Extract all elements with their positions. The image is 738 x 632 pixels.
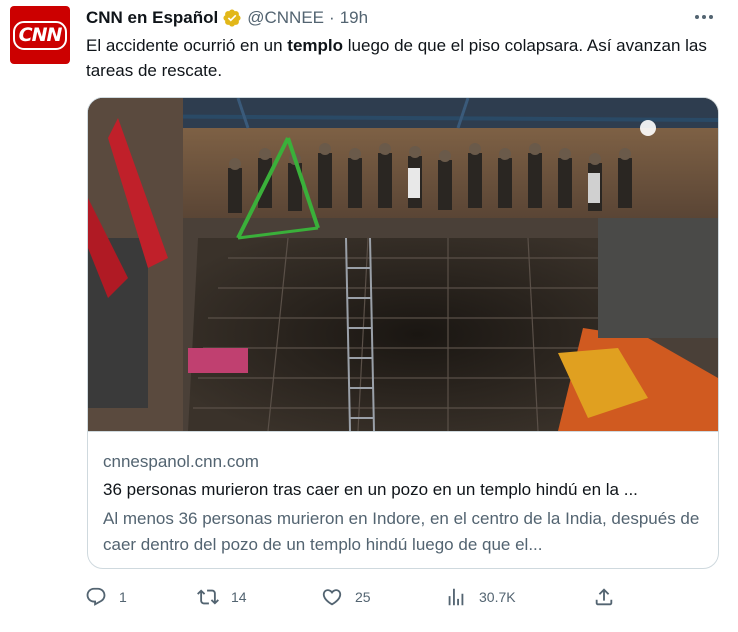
tweet-actions: 1 14 25 30.7K xyxy=(85,586,625,610)
card-title: 36 personas murieron tras caer en un poz… xyxy=(103,480,638,499)
retweet-button[interactable]: 14 xyxy=(197,586,247,608)
user-handle[interactable]: @CNNEE xyxy=(247,8,324,28)
avatar[interactable]: CNN xyxy=(10,6,70,64)
retweet-icon xyxy=(197,589,219,605)
share-button[interactable] xyxy=(593,586,615,608)
link-card[interactable]: cnnespanol.cnn.com 36 personas murieron … xyxy=(87,97,719,569)
analytics-icon xyxy=(448,588,464,606)
like-count: 25 xyxy=(355,589,371,605)
separator-dot: · xyxy=(329,8,335,27)
more-options-icon[interactable] xyxy=(692,6,716,28)
card-body[interactable]: cnnespanol.cnn.com 36 personas murieron … xyxy=(88,431,718,568)
tweet[interactable]: CNN CNN en Español @CNNEE · 19h El accid… xyxy=(0,0,738,632)
reply-count: 1 xyxy=(119,589,127,605)
display-name[interactable]: CNN en Español xyxy=(86,8,218,28)
tweet-text: El accidente ocurrió en un templo luego … xyxy=(86,36,707,80)
card-description: Al menos 36 personas murieron en Indore,… xyxy=(103,509,700,554)
timestamp[interactable]: 19h xyxy=(340,8,368,28)
retweet-count: 14 xyxy=(231,589,247,605)
views-button[interactable]: 30.7K xyxy=(445,586,516,608)
views-count: 30.7K xyxy=(479,589,516,605)
reply-button[interactable]: 1 xyxy=(85,586,127,608)
card-image[interactable] xyxy=(88,98,718,431)
heart-icon xyxy=(322,589,342,606)
tweet-header: CNN en Español @CNNEE · 19h xyxy=(86,8,368,28)
card-domain: cnnespanol.cnn.com xyxy=(103,452,259,471)
cnn-logo: CNN xyxy=(12,20,68,50)
share-icon xyxy=(595,588,613,606)
rescue-scene-photo xyxy=(88,98,718,431)
like-button[interactable]: 25 xyxy=(321,586,371,608)
reply-icon xyxy=(86,587,106,606)
bold-word: templo xyxy=(287,36,344,55)
verified-badge-icon xyxy=(223,9,241,27)
